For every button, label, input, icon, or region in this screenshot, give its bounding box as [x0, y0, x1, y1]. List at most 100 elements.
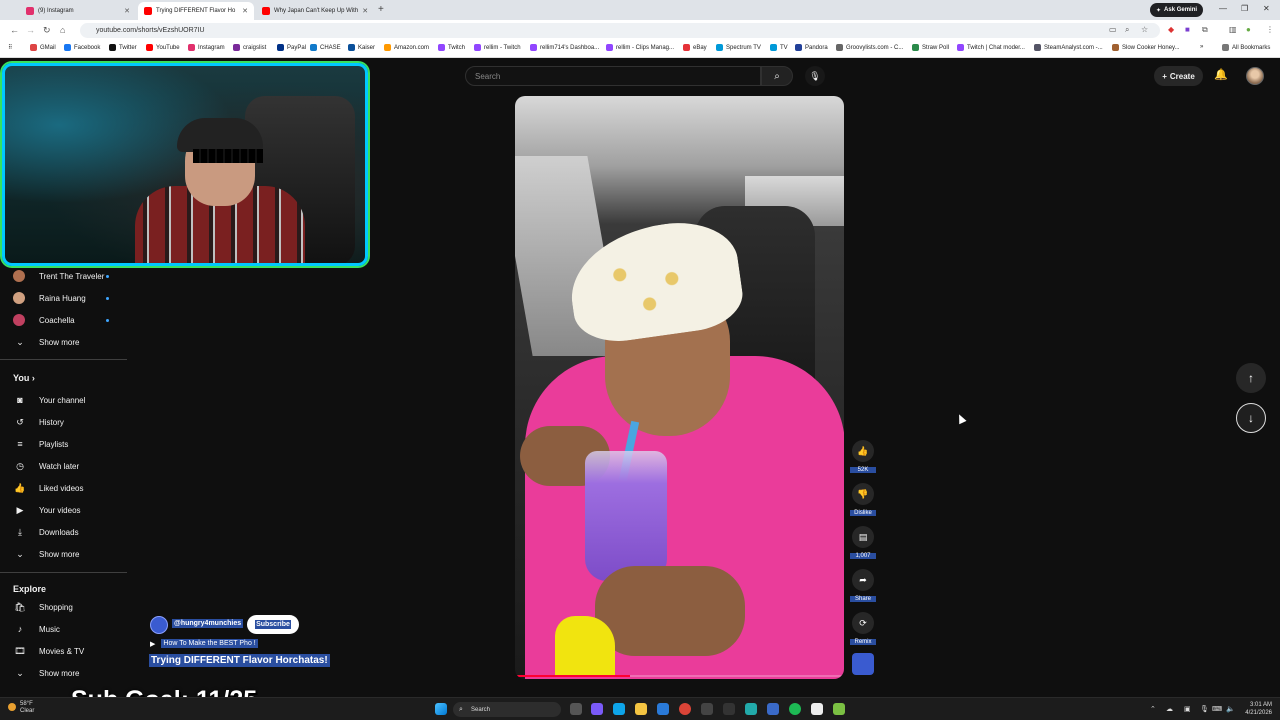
bookmark-item[interactable]: rellim714's Dashboa... [530, 44, 599, 51]
channel-handle[interactable]: @hungry4munchies [172, 619, 244, 628]
clock[interactable]: 3:01 AM 4/21/2026 [1245, 701, 1272, 717]
bookmark-item[interactable]: rellim - Clips Manag... [606, 44, 674, 51]
bookmark-item[interactable]: Slow Cooker Honey... [1112, 44, 1180, 51]
app-icon[interactable] [701, 703, 713, 715]
bookmark-item[interactable]: YouTube [146, 44, 180, 51]
avatar[interactable] [1246, 67, 1264, 85]
menu-kebab-icon[interactable]: ⋮ [1266, 25, 1274, 34]
channel-avatar[interactable] [150, 616, 168, 634]
subscribe-button[interactable]: Subscribe [247, 615, 299, 634]
remix-button[interactable]: ⟳ [852, 612, 874, 634]
store-icon[interactable] [657, 703, 669, 715]
tray-app-icon[interactable]: ▣ [1184, 705, 1191, 713]
bookmark-item[interactable]: PayPal [277, 44, 306, 51]
like-button[interactable]: 👍 [852, 440, 874, 462]
next-short-button[interactable]: ↓ [1236, 403, 1266, 433]
sidebar-item-playlists[interactable]: ≡ Playlists [0, 433, 127, 455]
sidebar-item-downloads[interactable]: ⤓ Downloads [0, 521, 127, 543]
spotify-icon[interactable] [789, 703, 801, 715]
sound-thumbnail[interactable] [852, 653, 874, 675]
ask-gemini-button[interactable]: ✦ Ask Gemini [1150, 3, 1204, 17]
microphone-icon[interactable]: 🎙 [1200, 705, 1209, 713]
apps-grid-icon[interactable]: ⠿ [8, 44, 12, 51]
home-icon[interactable]: ⌂ [60, 25, 65, 35]
voice-search-button[interactable]: 🎙 [805, 66, 825, 86]
sidebar-item-shopping[interactable]: 🛍 Shopping [0, 596, 127, 618]
app-icon[interactable] [723, 703, 735, 715]
dislike-button[interactable]: 👎 [852, 483, 874, 505]
edge-icon[interactable] [613, 703, 625, 715]
sidebar-you-heading[interactable]: You › [13, 373, 35, 383]
bookmark-item[interactable]: GMail [30, 44, 56, 51]
network-icon[interactable]: ⌨ [1212, 705, 1222, 713]
bookmark-item[interactable]: craigslist [233, 44, 266, 51]
bookmark-item[interactable]: Straw Poll [912, 44, 949, 51]
search-button[interactable]: ⌕ [761, 66, 793, 86]
notifications-bell-icon[interactable]: 🔔 [1214, 68, 1228, 81]
sidebar-item-your-channel[interactable]: ◙ Your channel [0, 389, 127, 411]
browser-tab-youtube-short[interactable]: Trying DIFFERENT Flavor Ho ✕ [138, 2, 254, 20]
sidebar-item-your-videos[interactable]: ▶ Your videos [0, 499, 127, 521]
bookmark-item[interactable]: Kaiser [348, 44, 375, 51]
task-view-icon[interactable] [570, 703, 582, 715]
minimize-icon[interactable]: — [1219, 4, 1227, 13]
bookmark-item[interactable]: Instagram [188, 44, 225, 51]
weather-widget[interactable]: 58°F Clear [8, 701, 34, 715]
install-app-icon[interactable]: ▭ [1109, 25, 1117, 34]
bookmark-item[interactable]: Twitch | Chat moder... [957, 44, 1025, 51]
short-video-player[interactable] [515, 96, 844, 679]
app-icon[interactable] [745, 703, 757, 715]
reload-icon[interactable]: ↻ [43, 25, 51, 36]
forward-icon[interactable]: → [26, 25, 35, 35]
url-input[interactable]: youtube.com/shorts/vEzshUOR7IU [80, 23, 1160, 38]
back-icon[interactable]: ← [10, 25, 19, 35]
app-icon[interactable] [833, 703, 845, 715]
volume-icon[interactable]: 🔈 [1226, 705, 1235, 713]
close-icon[interactable]: ✕ [242, 7, 248, 15]
sidebar-item-history[interactable]: ↺ History [0, 411, 127, 433]
previous-short-button[interactable]: ↑ [1236, 363, 1266, 393]
close-window-icon[interactable]: ✕ [1263, 4, 1270, 13]
bookmark-item[interactable]: Twitch [438, 44, 465, 51]
bookmark-star-icon[interactable]: ☆ [1141, 25, 1148, 34]
extension-icon[interactable]: ■ [1185, 25, 1190, 34]
bookmark-item[interactable]: eBay [683, 44, 707, 51]
sidebar-item-watch-later[interactable]: ◷ Watch later [0, 455, 127, 477]
sidebar-show-more-subscriptions[interactable]: ⌄ Show more [0, 331, 127, 353]
obs-icon[interactable] [811, 703, 823, 715]
create-button[interactable]: + Create [1154, 66, 1203, 86]
chrome-icon[interactable] [679, 703, 691, 715]
bookmark-item[interactable]: Twitter [109, 44, 137, 51]
extension-icon[interactable]: ◆ [1168, 25, 1174, 34]
sidebar-subscription-item[interactable]: Trent The Traveler [0, 265, 127, 287]
extensions-puzzle-icon[interactable]: ⧉ [1202, 25, 1208, 35]
bookmark-item[interactable]: CHASE [310, 44, 341, 51]
sidebar-item-movies-tv[interactable]: 🎞 Movies & TV [0, 640, 127, 662]
windows-start-icon[interactable] [435, 703, 447, 715]
zoom-icon[interactable]: ⌕ [1125, 25, 1129, 35]
close-icon[interactable]: ✕ [362, 7, 368, 15]
related-video-link[interactable]: ▶ How To Make the BEST Pho ! [150, 639, 258, 648]
browser-tab-instagram[interactable]: (9) Instagram ✕ [20, 2, 136, 20]
sidebar-subscription-item[interactable]: Coachella [0, 309, 127, 331]
profile-icon[interactable]: ● [1246, 25, 1251, 34]
copilot-icon[interactable] [591, 703, 603, 715]
restore-icon[interactable]: ❐ [1241, 4, 1248, 13]
tray-overflow-icon[interactable]: ⌃ [1150, 705, 1156, 713]
bookmark-item[interactable]: Pandora [795, 44, 828, 51]
bookmark-item[interactable]: Spectrum TV [716, 44, 761, 51]
cloud-icon[interactable]: ☁ [1166, 705, 1173, 713]
bookmark-item[interactable]: rellim - Twitch [474, 44, 521, 51]
sidebar-item-music[interactable]: ♪ Music [0, 618, 127, 640]
search-input[interactable]: Search [465, 66, 761, 86]
comments-button[interactable]: ▤ [852, 526, 874, 548]
bookmark-item[interactable]: SteamAnalyst.com -... [1034, 44, 1103, 51]
share-button[interactable]: ➦ [852, 569, 874, 591]
browser-tab-youtube-japan[interactable]: Why Japan Can't Keep Up With ✕ [256, 2, 372, 20]
bookmark-item[interactable]: Amazon.com [384, 44, 429, 51]
sidebar-subscription-item[interactable]: Raina Huang [0, 287, 127, 309]
sidebar-show-more-explore[interactable]: ⌄ Show more [0, 662, 127, 684]
bookmark-item[interactable]: Facebook [64, 44, 100, 51]
bookmark-item[interactable]: Groovylists.com - C... [836, 44, 903, 51]
sidebar-show-more-you[interactable]: ⌄ Show more [0, 543, 127, 565]
